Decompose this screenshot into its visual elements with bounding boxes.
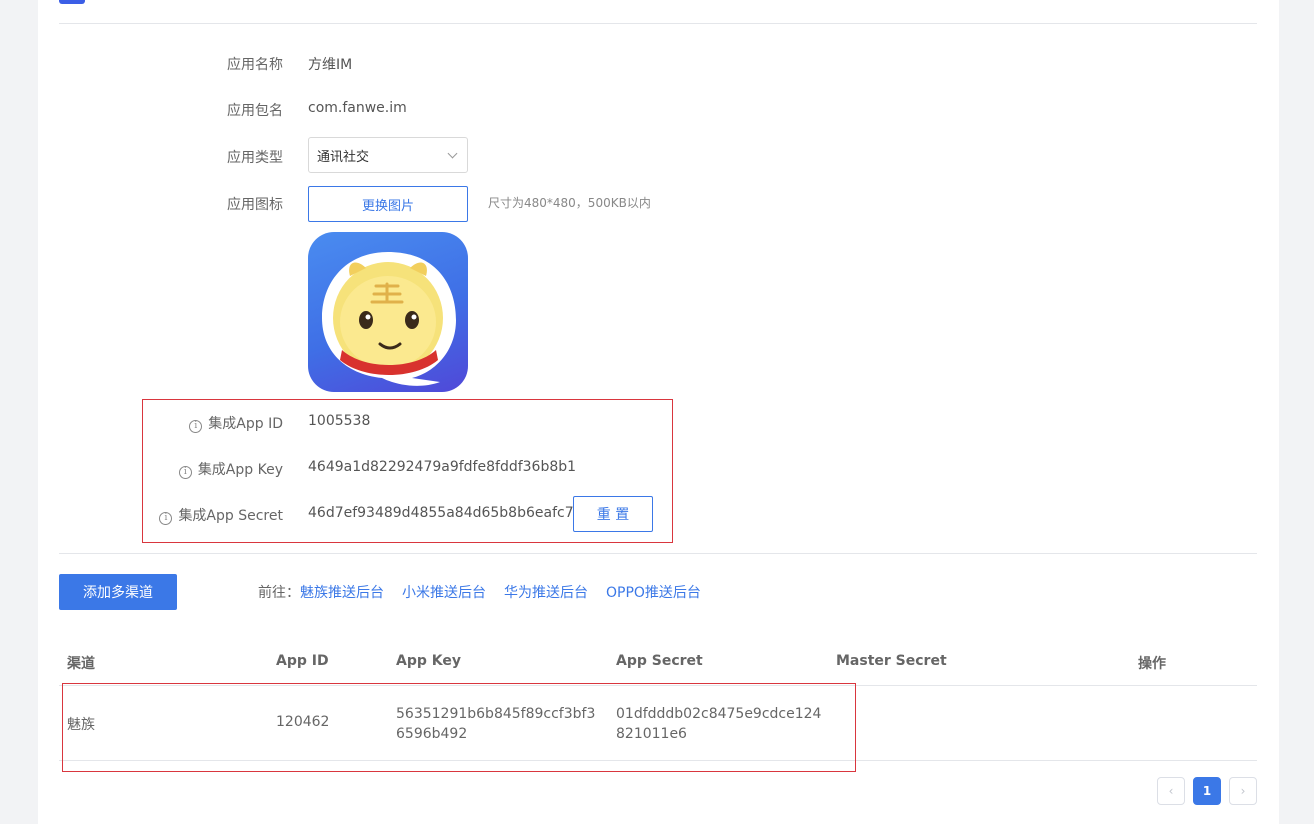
app-icon-label: 应用图标 [227,197,283,213]
integration-app-secret-value: 46d7ef93489d4855a84d65b8b6eafc7b [308,505,583,521]
info-icon: i [189,420,203,433]
channel-row-highlight-box [62,683,856,772]
package-label: 应用包名 [227,103,283,119]
app-icon-image [308,232,468,392]
link-meizu-push[interactable]: 魅族推送后台 [300,585,384,601]
icon-size-hint: 尺寸为480*480，500KB以内 [488,196,651,210]
info-icon: i [159,512,173,525]
package-value: com.fanwe.im [308,100,407,116]
info-icon: i [178,466,192,479]
column-channel: 渠道 [67,656,95,672]
add-channel-button[interactable]: 添加多渠道 [59,574,177,610]
section-divider [59,553,1257,554]
integration-app-id-value: 1005538 [308,413,371,429]
app-name-value: 方维IM [308,57,353,73]
tiger-mascot-icon [322,252,456,386]
column-app-key: App Key [396,653,461,669]
link-huawei-push[interactable]: 华为推送后台 [504,585,588,601]
app-type-label: 应用类型 [227,150,283,166]
pagination-prev-button[interactable]: ‹ [1157,777,1185,805]
top-divider [59,23,1257,24]
column-master-secret: Master Secret [836,653,947,669]
integration-app-id-label: i 集成App ID [189,413,283,433]
pagination-next-button[interactable]: › [1229,777,1257,805]
column-app-id: App ID [276,653,329,669]
app-type-value: 通讯社交 [317,149,370,165]
column-actions: 操作 [1138,656,1166,672]
app-name-label: 应用名称 [227,57,283,73]
header-accent [59,0,85,4]
integration-app-secret-label: i 集成App Secret [159,505,283,525]
app-type-select[interactable]: 通讯社交 [308,137,468,173]
chevron-down-icon [447,148,458,158]
integration-app-key-value: 4649a1d82292479a9fdfe8fddf36b8b1 [308,459,577,475]
column-app-secret: App Secret [616,653,703,669]
link-xiaomi-push[interactable]: 小米推送后台 [402,585,486,601]
pagination-page-1[interactable]: 1 [1193,777,1221,805]
change-image-button[interactable]: 更换图片 [308,186,468,222]
goto-prefix: 前往： [258,585,300,601]
push-console-links: 前往：魅族推送后台 小米推送后台 华为推送后台 OPPO推送后台 [258,582,719,602]
link-oppo-push[interactable]: OPPO推送后台 [606,585,701,601]
integration-app-key-label: i 集成App Key [178,459,283,479]
reset-secret-button[interactable]: 重 置 [573,496,653,532]
